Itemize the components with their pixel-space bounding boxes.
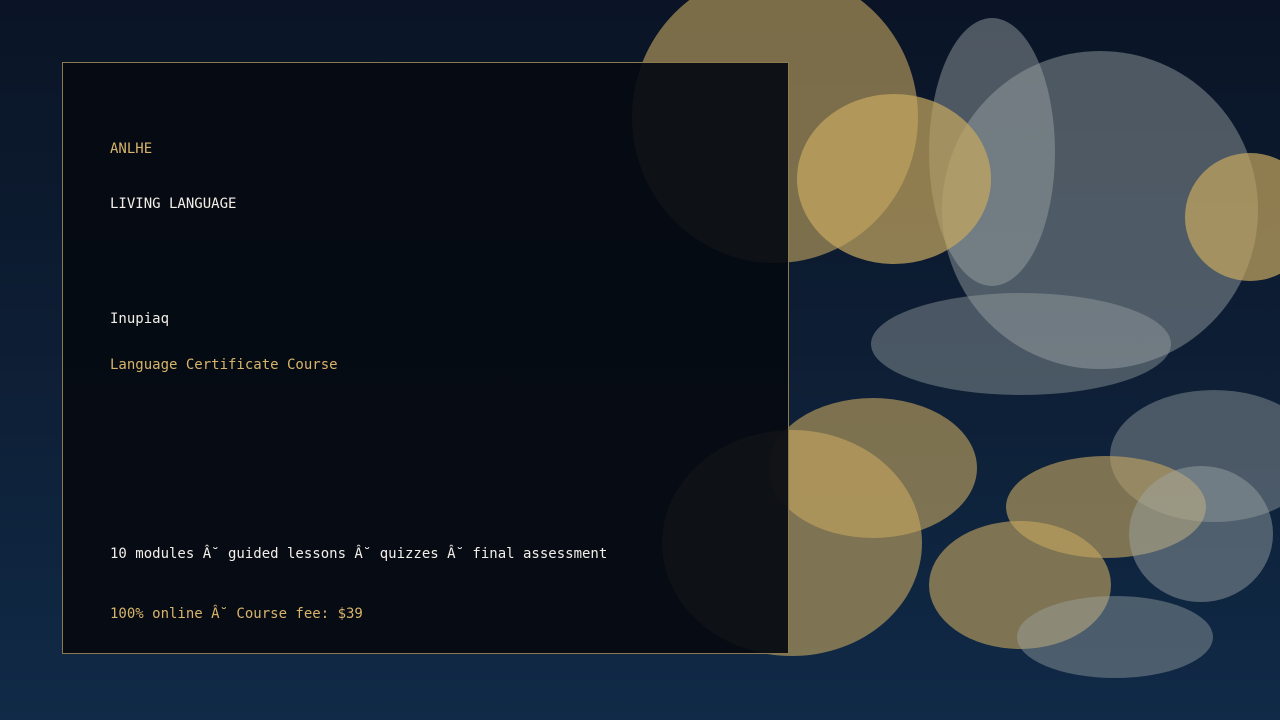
bokeh-circle <box>871 293 1171 395</box>
bokeh-circle <box>1017 596 1213 678</box>
bokeh-circle <box>1129 466 1273 602</box>
brand-name: ANLHE <box>110 141 153 157</box>
course-pricing: 100% online Â˘ Course fee: $39 <box>110 606 363 622</box>
kicker-label: LIVING LANGUAGE <box>110 196 237 212</box>
course-title: Inupiaq <box>110 311 170 327</box>
course-details: 10 modules Â˘ guided lessons Â˘ quizzes … <box>110 546 608 562</box>
course-subtitle: Language Certificate Course <box>110 357 338 373</box>
course-card: ANLHE LIVING LANGUAGE Inupiaq Language C… <box>62 62 789 654</box>
bokeh-circle <box>797 94 991 264</box>
